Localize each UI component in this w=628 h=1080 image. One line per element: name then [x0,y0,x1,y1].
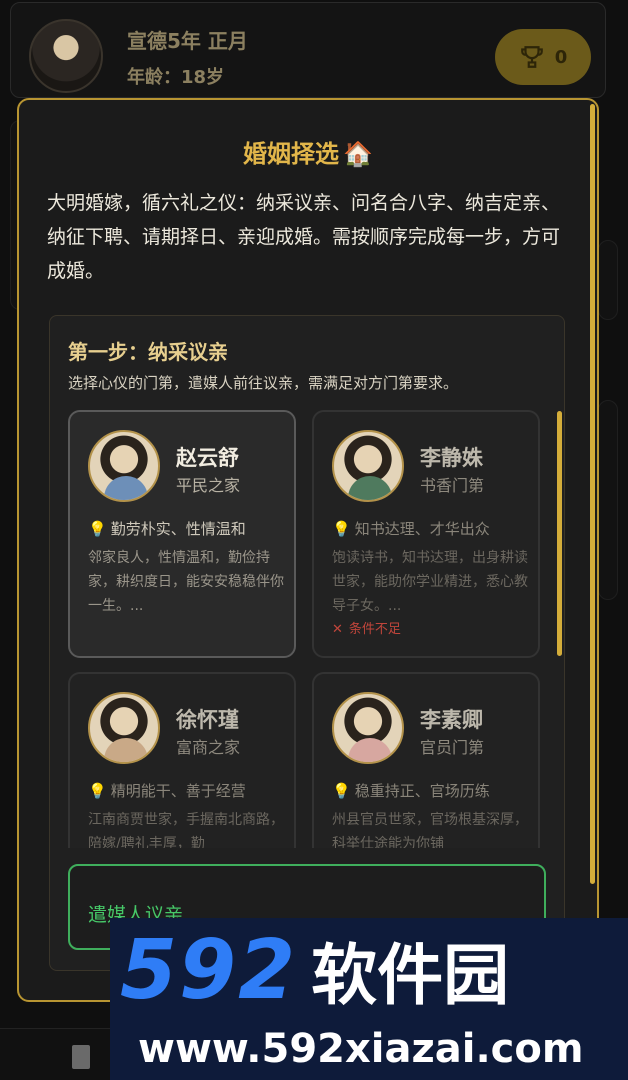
candidate-name: 徐怀瑾 [176,708,239,732]
trophy-count: 0 [554,46,568,68]
modal-scrollbar[interactable] [590,104,595,884]
candidate-list-scrollbar[interactable] [557,411,562,656]
intro-text: 大明婚嫁，循六礼之仪：纳采议亲、问名合八字、纳吉定亲、纳征下聘、请期择日、亲迎成… [47,192,561,282]
watermark-logo: 592 软件园 [120,930,509,1012]
portrait-robe [348,476,392,500]
candidate-family: 书香门第 [420,476,485,495]
candidate-trait: 💡 勤劳朴实、性情温和 [88,518,246,539]
candidate-name: 李素卿 [420,708,483,732]
marriage-modal: 婚姻择选 🏠 大明婚嫁，循六礼之仪：纳采议亲、问名合八字、纳吉定亲、纳征下聘、请期… [17,98,599,1002]
candidate-card[interactable]: 徐怀瑾 富商之家 💡 精明能干、善于经营 江南商贾世家，手握南北商路，陪嫁/聘礼丰… [68,672,296,848]
portrait-robe [348,738,392,762]
portrait-robe [104,476,148,500]
player-avatar[interactable] [29,19,103,93]
candidate-family: 富商之家 [176,738,241,757]
background-card [598,400,618,600]
requirement-unmet-text: 条件不足 [348,622,401,637]
portrait-robe [104,738,148,762]
step-description: 选择心仪的门第，遣媒人前往议亲，需满足对方门第要求。 [68,374,459,392]
step-panel: 第一步：纳采议亲 选择心仪的门第，遣媒人前往议亲，需满足对方门第要求。 赵云舒 … [49,315,565,971]
candidate-bio: 饱读诗书，知书达理，出身耕读世家，能助你学业精进，悉心教导子女。... [332,550,528,614]
candidate-trait-text: 精明能干、善于经营 [110,782,246,800]
era-date: 宣德5年 正月 [127,29,248,53]
close-icon: ✕ [332,622,343,637]
lightbulb-icon: 💡 [332,782,351,800]
candidate-portrait [332,692,404,764]
candidate-trait-text: 稳重持正、官场历练 [354,782,490,800]
watermark-number: 592 [120,923,298,1018]
document-icon[interactable] [72,1045,90,1069]
candidate-family: 平民之家 [176,476,241,495]
player-age: 年龄：18岁 [127,67,225,88]
house-icon: 🏠 [343,140,373,168]
candidate-trait: 💡 精明能干、善于经营 [88,780,246,801]
requirement-unmet: ✕ 条件不足 [332,618,401,637]
lightbulb-icon: 💡 [332,520,351,538]
achievement-button[interactable]: 0 [495,29,591,85]
lightbulb-icon: 💡 [88,520,107,538]
app-screen: 宣德5年 正月 年龄：18岁 0 婚姻择选 🏠 大明婚嫁，循六礼之仪：纳采议亲、问… [0,0,628,1080]
candidate-name: 赵云舒 [176,446,239,470]
modal-title-text: 婚姻择选 [243,140,340,168]
candidate-bio: 州县官员世家，官场根基深厚，科举仕途能为你铺 [332,812,528,848]
modal-title: 婚姻择选 🏠 [19,134,597,169]
candidate-portrait [88,692,160,764]
watermark-brand: 软件园 [311,937,510,1014]
lightbulb-icon: 💡 [88,782,107,800]
candidate-grid: 赵云舒 平民之家 💡 勤劳朴实、性情温和 邻家良人，性情温和，勤俭持家，耕织度日，… [68,410,550,848]
step-title: 第一步：纳采议亲 [68,340,228,364]
candidate-family: 官员门第 [420,738,485,757]
candidate-card[interactable]: 赵云舒 平民之家 💡 勤劳朴实、性情温和 邻家良人，性情温和，勤俭持家，耕织度日，… [68,410,296,658]
site-watermark: 592 软件园 www.592xiazai.com [110,918,628,1080]
trophy-icon [520,46,543,68]
candidate-name: 李静姝 [420,446,483,470]
candidate-trait: 💡 知书达理、才华出众 [332,518,490,539]
candidate-portrait [88,430,160,502]
status-header: 宣德5年 正月 年龄：18岁 0 [10,2,606,98]
candidate-trait-text: 知书达理、才华出众 [354,520,490,538]
candidate-bio: 邻家良人，性情温和，勤俭持家，耕织度日，能安安稳稳伴你一生。... [88,550,284,614]
candidate-trait-text: 勤劳朴实、性情温和 [110,520,246,538]
candidate-bio: 江南商贾世家，手握南北商路，陪嫁/聘礼丰厚，勤 [88,812,284,848]
candidate-portrait [332,430,404,502]
watermark-url: www.592xiazai.com [138,1026,584,1072]
candidate-trait: 💡 稳重持正、官场历练 [332,780,490,801]
candidate-card[interactable]: 李静姝 书香门第 💡 知书达理、才华出众 饱读诗书，知书达理，出身耕读世家，能助你… [312,410,540,658]
candidate-card[interactable]: 李素卿 官员门第 💡 稳重持正、官场历练 州县官员世家，官场根基深厚，科举仕途能为… [312,672,540,848]
background-card [598,240,618,320]
